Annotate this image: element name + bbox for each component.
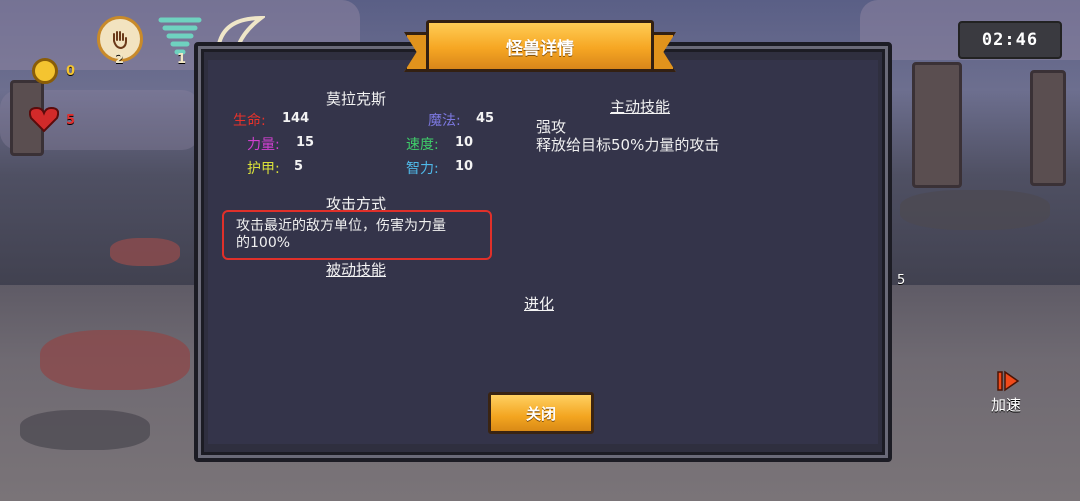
- flower-patch: [110, 238, 180, 266]
- stat-armor-label: 护甲:: [247, 161, 280, 177]
- gold-coin-icon: [32, 58, 58, 84]
- tree-trunk: [1030, 70, 1066, 186]
- stat-speed-label: 速度:: [406, 137, 439, 153]
- evolve-link[interactable]: 进化: [524, 293, 554, 314]
- active-skill-description: 释放给目标50%力量的攻击: [536, 136, 720, 154]
- gold-amount: 0: [66, 64, 76, 79]
- lives-count: 5: [66, 113, 76, 128]
- ground-shadow: [20, 410, 150, 450]
- speed-up-icon[interactable]: [996, 370, 1022, 392]
- stat-intellect-label: 智力:: [406, 161, 439, 177]
- panel-title: 怪兽详情: [426, 20, 654, 72]
- stat-speed-value: 10: [455, 135, 474, 150]
- skill-count-tornado: 1: [177, 52, 187, 67]
- stat-strength-label: 力量:: [247, 137, 280, 153]
- monster-name: 莫拉克斯: [326, 90, 387, 108]
- side-count: 5: [897, 273, 906, 288]
- stat-hp-value: 144: [282, 111, 310, 126]
- passive-skill-link[interactable]: 被动技能: [326, 259, 386, 280]
- active-skill-link[interactable]: 主动技能: [610, 96, 670, 117]
- stat-mp-label: 魔法:: [428, 113, 461, 129]
- ground-shadow: [900, 190, 1050, 230]
- panel-title-banner: 怪兽详情: [404, 20, 676, 72]
- stat-armor-value: 5: [294, 159, 304, 174]
- game-timer: 02:46: [958, 21, 1062, 59]
- stat-strength-value: 15: [296, 135, 315, 150]
- stat-hp-label: 生命:: [233, 113, 266, 129]
- hand-icon: [113, 31, 127, 50]
- stat-intellect-value: 10: [455, 159, 474, 174]
- stat-mp-value: 45: [476, 111, 495, 126]
- speed-up-label[interactable]: 加速: [991, 394, 1021, 415]
- tree-trunk: [912, 62, 962, 188]
- attack-description-line2: 的100%: [236, 235, 291, 251]
- skill-count-hand: 2: [115, 52, 125, 67]
- close-button[interactable]: 关闭: [488, 392, 594, 434]
- heart-icon: [28, 106, 60, 133]
- flower-patch: [40, 330, 190, 390]
